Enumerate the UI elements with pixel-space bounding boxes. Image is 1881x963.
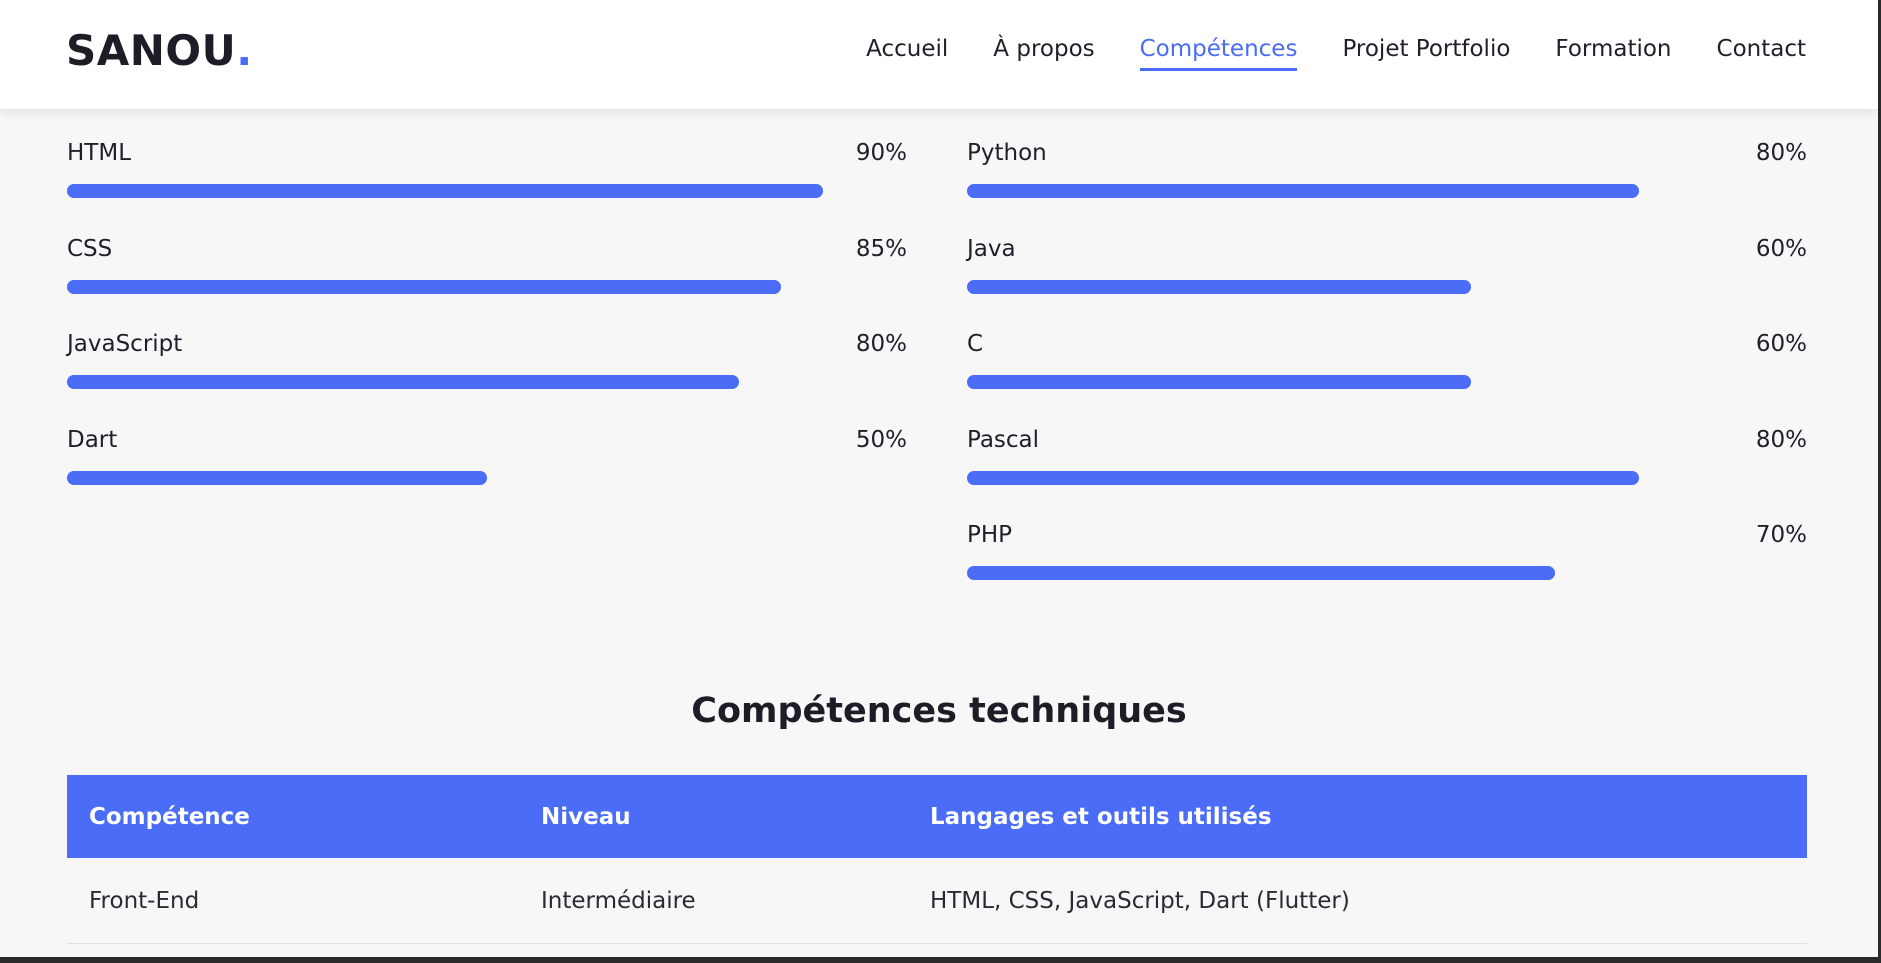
logo-dot: . — [236, 26, 253, 75]
skill-bar-fill — [67, 375, 739, 389]
skill-bar-track — [67, 279, 907, 294]
skill-item: Java 60% — [967, 234, 1807, 330]
skill-bar-track — [967, 470, 1807, 485]
skill-percent: 60% — [1755, 235, 1807, 262]
skill-bar-fill — [967, 566, 1555, 580]
logo-text: SANOU — [66, 26, 237, 75]
skill-name: Dart — [67, 426, 118, 453]
table-row: Front-End Intermédiaire HTML, CSS, JavaS… — [67, 858, 1807, 944]
skill-bar-track — [67, 375, 907, 389]
skill-bar-fill — [67, 184, 823, 198]
skill-bar-track — [967, 566, 1807, 580]
skills-section: HTML 90% CSS 85% JavaScript 80% Dart 50% Pyt… — [67, 138, 1807, 616]
skill-bar-track — [967, 375, 1807, 389]
nav-link-accueil[interactable]: Accueil — [866, 36, 948, 71]
skill-bar-fill — [967, 279, 1471, 294]
skill-name: C — [967, 331, 984, 357]
table-cell: HTML, CSS, JavaScript, Dart (Flutter) — [930, 887, 1350, 914]
skill-item: JavaScript 80% — [67, 329, 907, 425]
skill-percent: 90% — [855, 140, 907, 166]
table-cell: Intermédiaire — [541, 887, 696, 914]
skill-name: Pascal — [967, 426, 1040, 453]
skill-item: C 60% — [967, 329, 1807, 425]
skill-percent: 60% — [1755, 331, 1807, 357]
nav-link-competences[interactable]: Compétences — [1139, 36, 1298, 71]
skill-name: PHP — [967, 522, 1013, 548]
skill-bar-track — [967, 184, 1807, 198]
skill-bar-fill — [967, 184, 1639, 198]
skill-percent: 50% — [855, 426, 907, 453]
skill-item: Python 80% — [967, 138, 1807, 234]
skill-name: Python — [967, 140, 1047, 166]
site-header: SANOU. Accueil À propos Compétences Proj… — [0, 0, 1878, 109]
skill-bar-fill — [967, 470, 1639, 485]
skill-percent: 80% — [1755, 426, 1807, 453]
skill-percent: 85% — [855, 235, 907, 262]
table-header-row: Compétence Niveau Langages et outils uti… — [67, 775, 1807, 858]
table-cell: Front-End — [89, 887, 200, 914]
skill-name: JavaScript — [67, 331, 183, 357]
skill-item: Dart 50% — [67, 425, 907, 521]
skill-bar-track — [67, 184, 907, 198]
nav-link-contact[interactable]: Contact — [1717, 36, 1806, 71]
skill-bar-track — [967, 279, 1807, 294]
skill-name: Java — [967, 235, 1016, 262]
table-header-cell: Langages et outils utilisés — [930, 803, 1272, 830]
skill-percent: 70% — [1755, 522, 1807, 548]
skills-table: Compétence Niveau Langages et outils uti… — [67, 775, 1807, 944]
skill-bar-fill — [967, 375, 1471, 389]
skill-item: CSS 85% — [67, 234, 907, 330]
skill-item: PHP 70% — [967, 520, 1807, 616]
nav-link-formation[interactable]: Formation — [1555, 36, 1671, 71]
table-header-cell: Niveau — [541, 803, 631, 830]
skill-percent: 80% — [1755, 140, 1807, 166]
skill-percent: 80% — [855, 331, 907, 357]
skill-name: CSS — [67, 235, 113, 262]
skill-bar-fill — [67, 279, 781, 294]
skill-item: HTML 90% — [67, 138, 907, 234]
skills-column-right: Python 80% Java 60% C 60% Pascal 80% PHP 70% — [967, 138, 1807, 616]
skill-name: HTML — [67, 140, 132, 166]
site-logo[interactable]: SANOU. — [66, 26, 253, 75]
page-viewport: SANOU. Accueil À propos Compétences Proj… — [0, 0, 1878, 957]
skill-item: Pascal 80% — [967, 425, 1807, 521]
skill-bar-fill — [67, 470, 487, 485]
nav-link-projet-portfolio[interactable]: Projet Portfolio — [1342, 36, 1510, 71]
main-nav: Accueil À propos Compétences Projet Port… — [866, 36, 1806, 71]
nav-link-a-propos[interactable]: À propos — [993, 36, 1094, 71]
skills-column-left: HTML 90% CSS 85% JavaScript 80% Dart 50% — [67, 138, 907, 616]
section-title: Compétences techniques — [691, 691, 1187, 731]
table-header-cell: Compétence — [89, 803, 250, 830]
skill-bar-track — [67, 470, 907, 485]
